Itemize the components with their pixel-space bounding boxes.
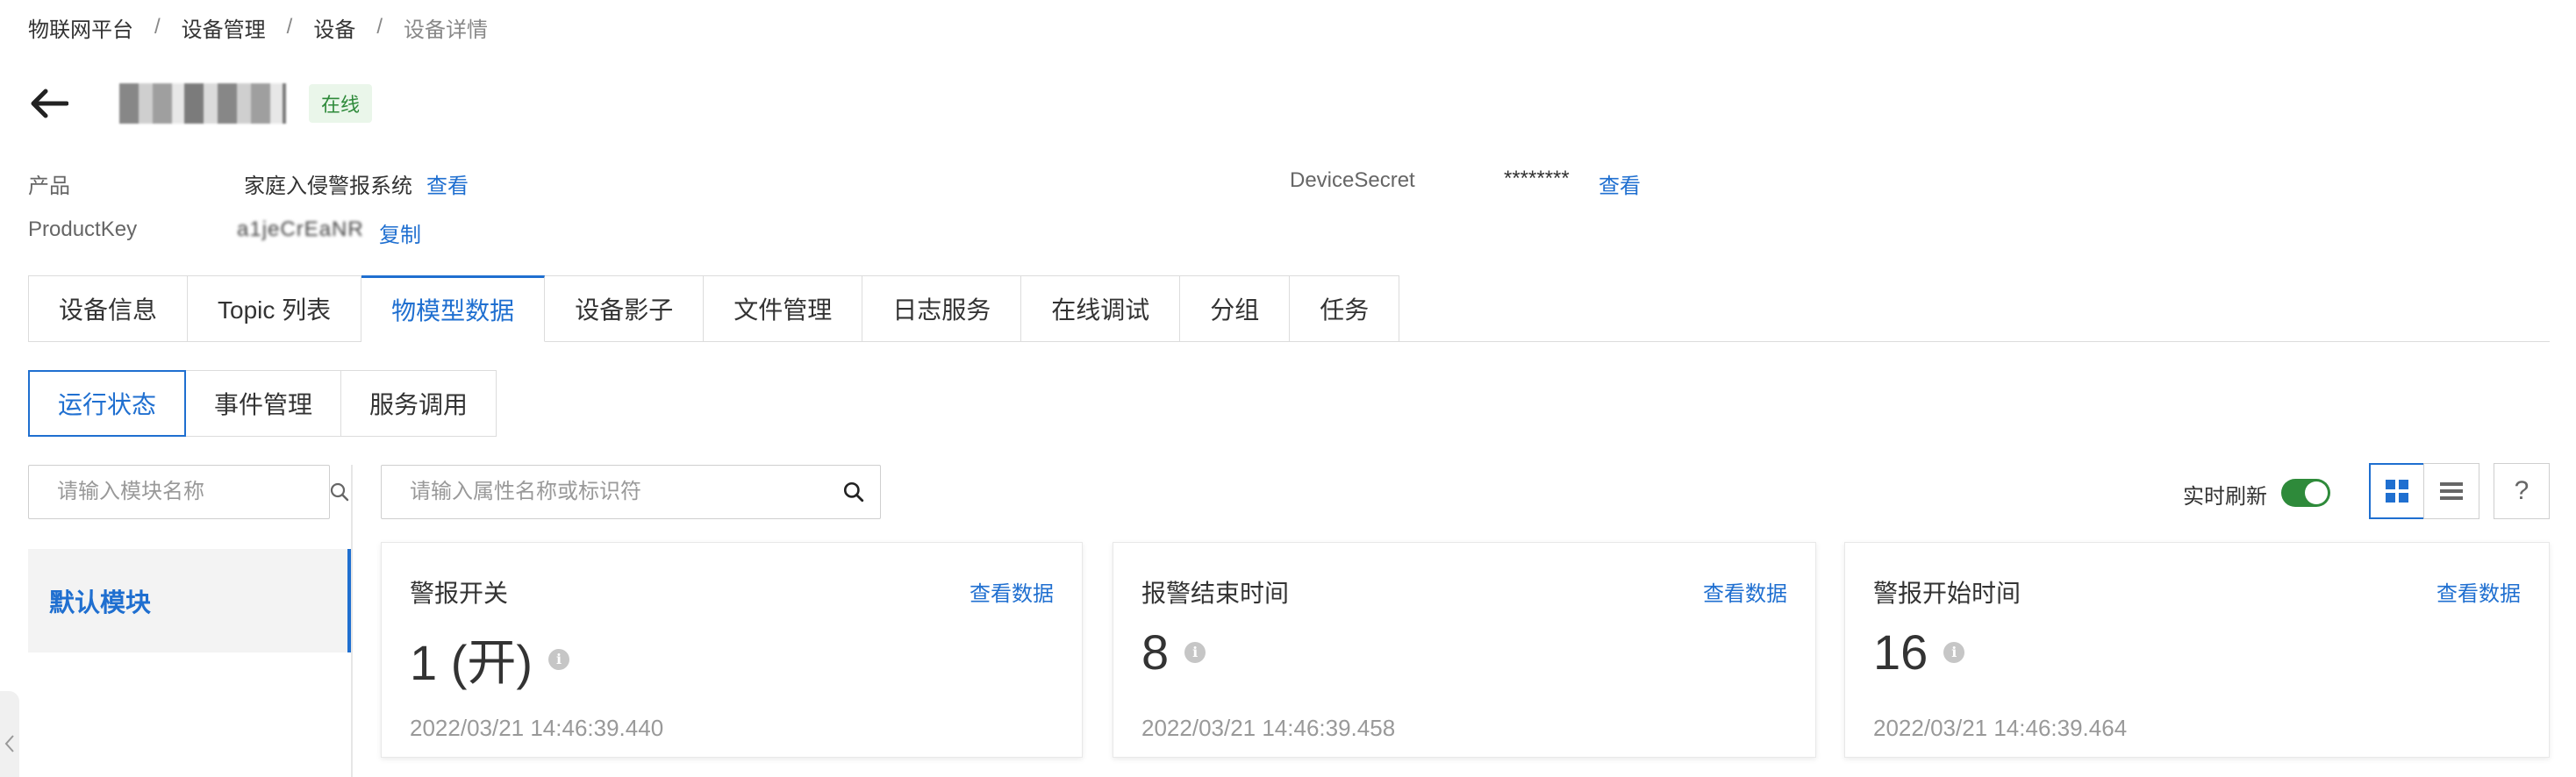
main-tabs: 设备信息 Topic 列表 物模型数据 设备影子 文件管理 日志服务 在线调试 …	[28, 275, 1400, 342]
online-status-badge: 在线	[309, 84, 373, 123]
back-button[interactable]	[28, 82, 70, 125]
tab-log-service[interactable]: 日志服务	[862, 275, 1022, 342]
list-view-button[interactable]	[2423, 463, 2479, 519]
breadcrumb-device-management[interactable]: 设备管理	[182, 12, 266, 43]
view-data-link[interactable]: 查看数据	[2436, 576, 2521, 607]
info-icon[interactable]: i	[1943, 641, 1965, 663]
tab-task[interactable]: 任务	[1290, 275, 1400, 342]
arrow-left-icon	[31, 89, 68, 118]
device-secret-value: ********	[1504, 167, 1570, 190]
breadcrumb-separator: /	[286, 15, 293, 39]
realtime-refresh-toggle[interactable]	[2281, 479, 2330, 507]
subtab-service-call[interactable]: 服务调用	[341, 370, 497, 437]
module-sidebar-divider	[351, 465, 353, 777]
device-secret-view-link[interactable]: 查看	[1599, 168, 1641, 199]
card-timestamp: 2022/03/21 14:46:39.464	[1873, 715, 2128, 741]
search-icon[interactable]	[329, 480, 350, 504]
card-value: 1 (开)	[410, 635, 533, 690]
breadcrumb: 物联网平台 / 设备管理 / 设备 / 设备详情	[28, 12, 488, 42]
product-label: 产品	[28, 175, 70, 198]
list-icon	[2440, 482, 2463, 500]
card-title: 报警结束时间	[1141, 580, 1290, 607]
breadcrumb-separator: /	[154, 15, 161, 39]
module-search-input[interactable]	[57, 480, 329, 504]
view-data-link[interactable]: 查看数据	[1703, 576, 1787, 607]
subtab-running-status[interactable]: 运行状态	[28, 370, 187, 437]
product-key-value: a1jeCrEaNR	[237, 217, 364, 241]
card-timestamp: 2022/03/21 14:46:39.458	[1141, 715, 1396, 741]
product-value: 家庭入侵警报系统	[244, 175, 412, 198]
page-header: 在线	[28, 77, 373, 130]
card-value: 16	[1873, 624, 1928, 680]
info-icon[interactable]: i	[1184, 641, 1206, 663]
property-card: 警报开关 查看数据 1 (开) i 2022/03/21 14:46:39.44…	[381, 542, 1083, 758]
collapse-handle[interactable]	[0, 691, 19, 777]
tab-device-shadow[interactable]: 设备影子	[545, 275, 705, 342]
subtab-event-management[interactable]: 事件管理	[186, 370, 342, 437]
tab-online-debug[interactable]: 在线调试	[1021, 275, 1181, 342]
tab-thing-model-data[interactable]: 物模型数据	[361, 275, 546, 342]
search-icon[interactable]	[841, 480, 866, 504]
card-title: 警报开关	[410, 580, 509, 607]
module-item-default[interactable]: 默认模块	[28, 549, 351, 652]
tab-topic-list[interactable]: Topic 列表	[188, 275, 362, 342]
product-key-label: ProductKey	[28, 217, 138, 241]
grid-view-button[interactable]	[2369, 463, 2425, 519]
device-name-redacted	[119, 83, 286, 124]
info-icon[interactable]: i	[548, 648, 569, 670]
breadcrumb-separator: /	[376, 15, 383, 39]
property-search-input[interactable]	[410, 480, 841, 504]
property-card: 警报开始时间 查看数据 16 i 2022/03/21 14:46:39.464	[1844, 542, 2550, 758]
view-data-link[interactable]: 查看数据	[970, 576, 1054, 607]
help-button[interactable]: ?	[2494, 463, 2550, 519]
card-title: 警报开始时间	[1873, 580, 2021, 607]
card-value: 8	[1141, 624, 1170, 680]
help-icon: ?	[2514, 476, 2529, 505]
breadcrumb-device[interactable]: 设备	[313, 12, 355, 43]
module-search-box	[28, 465, 349, 519]
breadcrumb-iot-platform[interactable]: 物联网平台	[28, 12, 133, 43]
tab-file-management[interactable]: 文件管理	[704, 275, 863, 342]
tab-device-info[interactable]: 设备信息	[28, 275, 189, 342]
product-key-copy-link[interactable]: 复制	[379, 217, 421, 248]
property-search-box	[381, 465, 881, 519]
tab-group[interactable]: 分组	[1180, 275, 1291, 342]
realtime-refresh-label: 实时刷新	[2183, 485, 2267, 509]
sub-tabs: 运行状态 事件管理 服务调用	[28, 370, 497, 437]
device-secret-label: DeviceSecret	[1290, 168, 1415, 192]
chevron-left-icon	[4, 735, 14, 752]
grid-icon	[2386, 480, 2408, 503]
card-timestamp: 2022/03/21 14:46:39.440	[410, 715, 664, 741]
breadcrumb-device-detail: 设备详情	[404, 18, 489, 42]
product-view-link[interactable]: 查看	[426, 168, 469, 199]
property-card: 报警结束时间 查看数据 8 i 2022/03/21 14:46:39.458	[1113, 542, 1816, 758]
